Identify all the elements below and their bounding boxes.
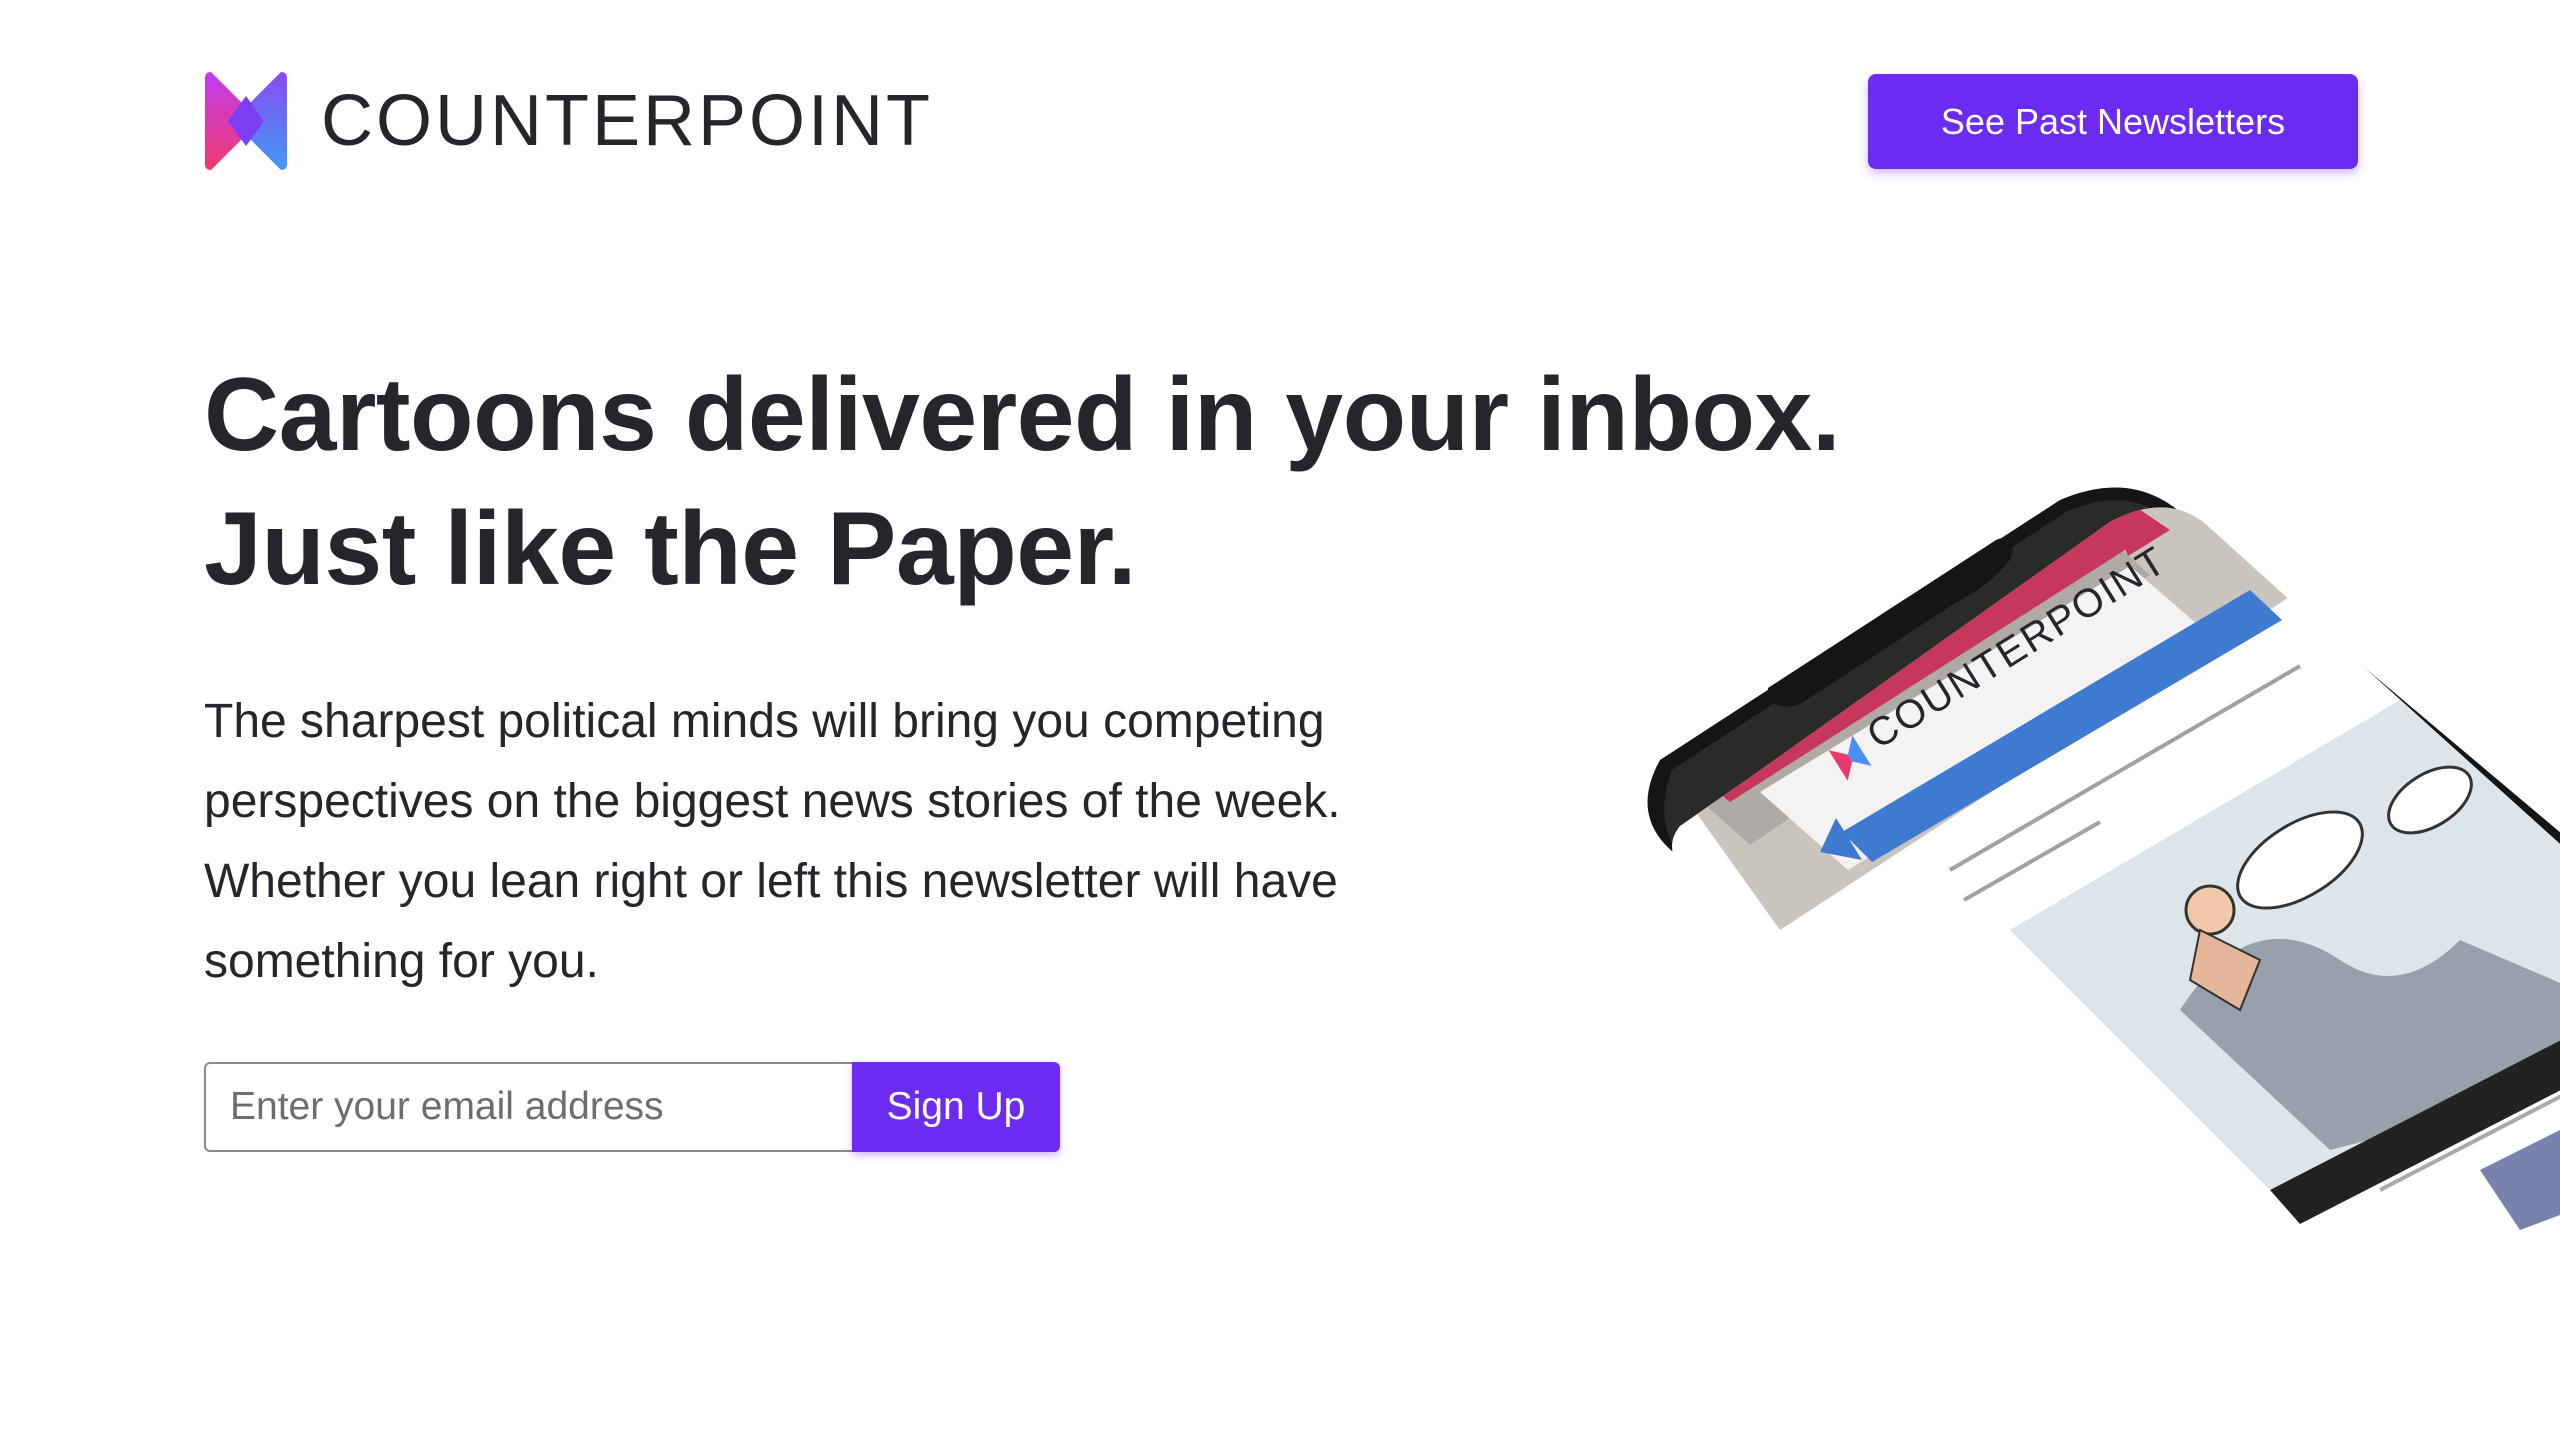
volume-button [1806,887,1866,932]
site-logo[interactable]: COUNTERPOINT [205,72,933,170]
phone-body [1647,487,2560,1436]
counterpoint-logo-icon [205,72,287,170]
email-input[interactable] [204,1062,852,1152]
signup-form: Sign Up [204,1062,1060,1152]
headline-line-1: Cartoons delivered in your inbox. [204,357,1841,473]
hero-description: The sharpest political minds will bring … [204,695,1341,988]
see-past-newsletters-button[interactable]: See Past Newsletters [1868,74,2358,169]
cartoon-panel [2010,700,2560,1190]
sign-up-button[interactable]: Sign Up [852,1062,1060,1152]
logo-wordmark: COUNTERPOINT [321,81,933,161]
volume-button [1896,949,1956,994]
volume-button [1746,843,1778,869]
headline-line-2: Just like the Paper. [204,491,1137,607]
landing-page: COUNTERPOINT See Past Newsletters Cartoo… [0,0,2560,1436]
blue-arrow-band [1842,590,2282,862]
hero-headline: Cartoons delivered in your inbox. Just l… [204,348,1984,616]
